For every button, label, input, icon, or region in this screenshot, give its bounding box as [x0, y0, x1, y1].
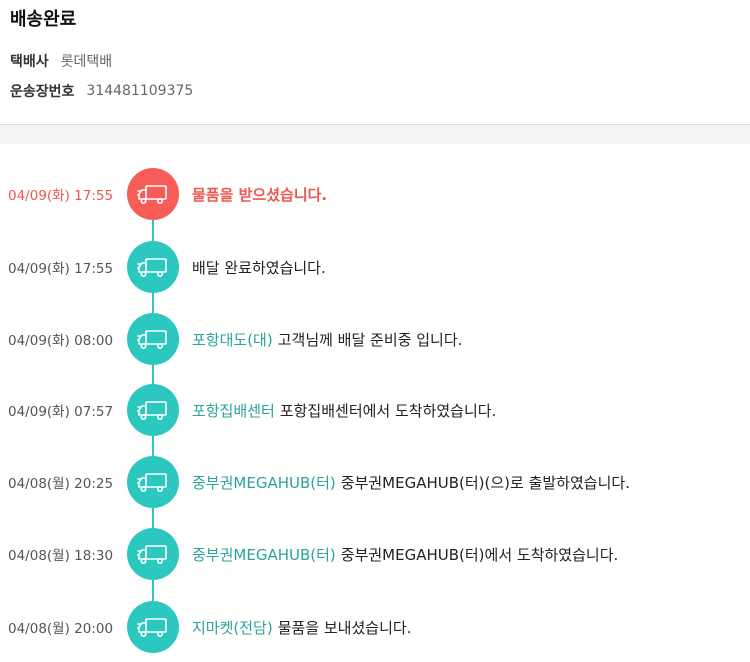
event-text: 물품을 받으셨습니다.: [192, 184, 327, 205]
truck-icon: [127, 456, 179, 508]
truck-icon: [127, 168, 179, 220]
event-message: 중부권MEGAHUB(터)(으)로 출발하였습니다.: [340, 473, 630, 492]
event-text: 중부권MEGAHUB(터) 중부권MEGAHUB(터)에서 도착하였습니다.: [192, 544, 618, 565]
carrier-label: 택배사: [10, 54, 49, 70]
event-message: 물품을 보내셨습니다.: [277, 618, 412, 637]
event-message: 고객님께 배달 준비중 입니다.: [277, 330, 463, 349]
truck-icon: [127, 384, 179, 436]
event-location: 지마켓(전담): [192, 618, 273, 637]
event-message: 배달 완료하였습니다.: [192, 258, 326, 277]
event-time: 04/08(월) 20:00: [8, 621, 114, 637]
event-time: 04/08(월) 18:30: [8, 548, 114, 564]
timeline-event: 04/09(화) 17:55 물품을 받으셨습니다.: [0, 168, 750, 220]
tracking-number-value: 314481109375: [86, 83, 194, 99]
truck-icon: [127, 528, 179, 580]
event-message: 중부권MEGAHUB(터)에서 도착하였습니다.: [340, 545, 619, 564]
event-location: 포항집배센터: [192, 401, 275, 420]
event-text: 지마켓(전담) 물품을 보내셨습니다.: [192, 617, 411, 638]
event-location: 포항대도(대): [192, 330, 273, 349]
carrier-value: 롯데택배: [60, 54, 113, 70]
event-text: 포항대도(대) 고객님께 배달 준비중 입니다.: [192, 329, 462, 350]
event-text: 배달 완료하였습니다.: [192, 257, 326, 278]
tracking-number-label: 운송장번호: [10, 84, 75, 100]
delivery-header: 배송완료 택배사 롯데택배 운송장번호 314481109375: [0, 0, 750, 124]
truck-icon: [127, 241, 179, 293]
event-message: 물품을 받으셨습니다.: [192, 185, 328, 204]
timeline-event: 04/08(월) 20:25 중부권MEGAHUB(터) 중부권MEGAHUB(터…: [0, 456, 750, 508]
timeline-event: 04/09(화) 07:57 포항집배센터 포항집배센터에서 도착하였습니다.: [0, 384, 750, 436]
event-text: 포항집배센터 포항집배센터에서 도착하였습니다.: [192, 400, 496, 421]
event-message: 포항집배센터에서 도착하였습니다.: [279, 401, 497, 420]
timeline-event: 04/09(화) 17:55 배달 완료하였습니다.: [0, 241, 750, 293]
carrier-row: 택배사 롯데택배: [10, 46, 740, 76]
event-text: 중부권MEGAHUB(터) 중부권MEGAHUB(터)(으)로 출발하였습니다.: [192, 472, 630, 493]
timeline-event: 04/08(월) 20:00 지마켓(전담) 물품을 보내셨습니다.: [0, 601, 750, 653]
event-time: 04/09(화) 17:55: [8, 261, 114, 277]
tracking-timeline: 04/09(화) 17:55 물품을 받으셨습니다. 04/09(화) 17:5…: [0, 144, 750, 662]
section-divider: [0, 124, 750, 144]
timeline-event: 04/09(화) 08:00 포항대도(대) 고객님께 배달 준비중 입니다.: [0, 313, 750, 365]
event-time: 04/09(화) 07:57: [8, 404, 114, 420]
event-location: 중부권MEGAHUB(터): [192, 473, 336, 492]
truck-icon: [127, 313, 179, 365]
tracking-number-row: 운송장번호 314481109375: [10, 76, 740, 106]
delivery-status-title: 배송완료: [10, 9, 77, 30]
truck-icon: [127, 601, 179, 653]
event-time: 04/09(화) 17:55: [8, 188, 114, 204]
timeline-event: 04/08(월) 18:30 중부권MEGAHUB(터) 중부권MEGAHUB(터…: [0, 528, 750, 580]
event-time: 04/08(월) 20:25: [8, 476, 114, 492]
event-location: 중부권MEGAHUB(터): [192, 545, 336, 564]
event-time: 04/09(화) 08:00: [8, 333, 114, 349]
